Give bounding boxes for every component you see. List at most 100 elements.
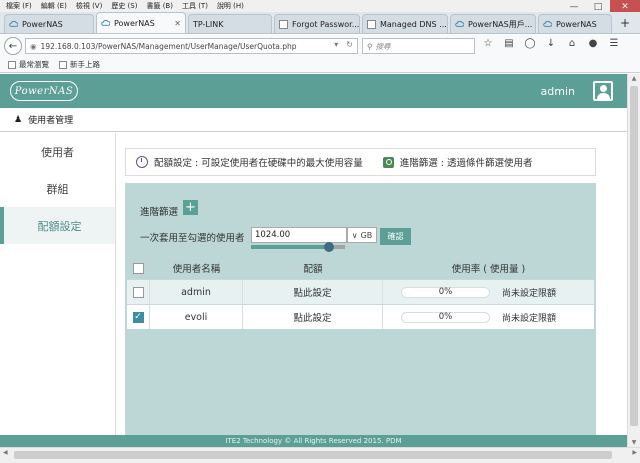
info-box: 配額設定 : 可設定使用者在硬碟中的最大使用容量 進階篩選 : 透過條件篩選使用…: [125, 148, 596, 176]
page-favicon-icon: [279, 19, 288, 29]
page-title: 使用者管理: [28, 116, 74, 126]
tab-label: PowerNAS: [22, 19, 63, 29]
browser-nav-bar: ← ◉ 192.168.0.103/PowerNAS/Management/Us…: [0, 35, 640, 57]
horizontal-scroll-thumb[interactable]: [14, 451, 612, 459]
menu-tools[interactable]: 工具 (T): [182, 1, 208, 11]
home-icon[interactable]: ⌂: [565, 38, 579, 49]
set-quota-link[interactable]: 點此設定: [243, 280, 383, 304]
browser-tab[interactable]: Forgot Passwor...: [274, 14, 360, 33]
usage-percent: 0%: [438, 312, 453, 322]
usage-percent: 0%: [438, 287, 453, 297]
browser-tab-bar: PowerNAS PowerNAS ✕ TP-LINK Forgot Passw…: [0, 12, 640, 34]
username-label[interactable]: admin: [541, 85, 575, 98]
user-quota-table: 使用者名稱 配額 使用率 ( 使用量 ) admin 點此設定 0% 尚未設定限…: [127, 257, 594, 329]
back-arrow-icon[interactable]: ←: [4, 37, 22, 55]
reload-icon[interactable]: ↻: [346, 40, 353, 49]
scroll-right-icon[interactable]: ▶: [632, 449, 637, 456]
sidebar: 使用者 群組 配額設定: [0, 133, 116, 435]
bookmark-label: 新手上路: [70, 60, 100, 69]
quota-value-input[interactable]: 1024.00: [251, 227, 347, 243]
advanced-filter-label: 進階篩選: [140, 207, 179, 218]
magnifier-icon: [382, 156, 394, 168]
quota-panel: 進階篩選 + 一次套用至勾選的使用者 1024.00 ∨ GB 確認 使用者名稱…: [125, 183, 596, 435]
row-checkbox-checked[interactable]: ✓: [132, 311, 144, 323]
pocket-icon[interactable]: ◯: [523, 38, 537, 49]
usage-note: 尚未設定限額: [502, 313, 557, 324]
unit-select[interactable]: ∨ GB: [347, 227, 377, 243]
bookmark-label: 最常瀏覽: [19, 60, 49, 69]
menu-edit[interactable]: 編輯 (E): [41, 1, 67, 11]
scroll-left-icon[interactable]: ◀: [3, 449, 8, 456]
scroll-down-icon[interactable]: ▼: [628, 439, 640, 446]
user-avatar-icon[interactable]: [593, 81, 613, 101]
new-tab-icon[interactable]: +: [614, 16, 636, 30]
search-placeholder: 搜尋: [375, 41, 391, 51]
page-favicon-icon: [367, 19, 376, 29]
vertical-scroll-thumb[interactable]: [630, 86, 638, 426]
browser-tab[interactable]: PowerNAS: [4, 14, 94, 33]
url-bar[interactable]: ◉ 192.168.0.103/PowerNAS/Management/User…: [25, 38, 358, 54]
header-usage: 使用率 ( 使用量 ): [451, 264, 526, 275]
usage-progress-bar: 0%: [401, 311, 490, 323]
chevron-down-icon: ∨: [351, 230, 358, 240]
table-row: admin 點此設定 0% 尚未設定限額: [127, 279, 594, 304]
tab-label: PowerNAS: [114, 18, 155, 28]
row-username: evoli: [150, 305, 243, 329]
powernas-logo[interactable]: PowerNAS: [10, 81, 78, 101]
set-quota-link[interactable]: 點此設定: [243, 305, 383, 329]
tab-label: PowerNAS用戶...: [468, 19, 533, 29]
tab-label: PowerNAS: [556, 19, 597, 29]
confirm-button[interactable]: 確認: [380, 228, 411, 245]
menu-bookmarks[interactable]: 書籤 (B): [146, 1, 173, 11]
quota-slider-fill: [251, 245, 330, 249]
dropdown-arrow-icon[interactable]: ▾: [334, 40, 338, 49]
hamburger-menu-icon[interactable]: ☰: [607, 38, 621, 49]
sidebar-item-groups[interactable]: 群組: [0, 170, 115, 207]
menu-view[interactable]: 檢視 (V): [76, 1, 102, 11]
browser-tab[interactable]: PowerNAS: [538, 14, 612, 33]
menu-help[interactable]: 說明 (H): [217, 1, 244, 11]
select-all-checkbox[interactable]: [133, 262, 144, 274]
cloud-favicon-icon: [543, 20, 552, 27]
reading-list-icon[interactable]: ▤: [502, 38, 516, 49]
sidebar-item-users[interactable]: 使用者: [0, 133, 115, 170]
quota-slider-handle[interactable]: [324, 242, 335, 252]
search-icon: ⚲: [367, 41, 373, 51]
download-icon[interactable]: ↓: [544, 38, 558, 49]
add-filter-button[interactable]: +: [183, 200, 198, 215]
usage-progress-bar: 0%: [401, 286, 490, 298]
vertical-scrollbar[interactable]: ▲ ▼: [627, 74, 640, 447]
star-icon[interactable]: ☆: [481, 38, 495, 49]
browser-menu-bar: 檔案 (F) 編輯 (E) 檢視 (V) 歷史 (S) 書籤 (B) 工具 (T…: [0, 0, 640, 12]
chat-icon[interactable]: ●: [586, 38, 600, 49]
app-header: PowerNAS admin: [0, 74, 627, 108]
sidebar-item-quota[interactable]: 配額設定: [0, 207, 115, 244]
scroll-up-icon[interactable]: ▲: [628, 75, 640, 82]
browser-tab-active[interactable]: PowerNAS ✕: [96, 12, 186, 33]
footer: ITE2 Technology © All Rights Reserved 20…: [0, 435, 627, 447]
cloud-favicon-icon: [9, 20, 18, 27]
tab-label: Managed DNS ...: [380, 19, 447, 29]
menu-file[interactable]: 檔案 (F): [6, 1, 32, 11]
row-checkbox[interactable]: [132, 286, 144, 298]
bookmark-most-visited[interactable]: 最常瀏覽: [8, 59, 49, 70]
tab-label: Forgot Passwor...: [292, 19, 360, 29]
url-text: 192.168.0.103/PowerNAS/Management/UserMa…: [40, 41, 297, 51]
tab-label: TP-LINK: [193, 19, 224, 29]
browser-tab[interactable]: PowerNAS用戶...: [450, 14, 536, 33]
search-input[interactable]: ⚲ 搜尋: [362, 38, 475, 54]
header-username: 使用者名稱: [172, 264, 221, 275]
browser-tab[interactable]: Managed DNS ...: [362, 14, 448, 33]
toolbar-icons: ☆ ▤ ◯ ↓ ⌂ ● ☰: [481, 38, 621, 49]
bookmark-getting-started[interactable]: 新手上路: [59, 59, 100, 70]
unit-value: GB: [360, 230, 373, 240]
page-title-bar: ♟ 使用者管理: [0, 108, 627, 132]
horizontal-scrollbar[interactable]: ◀ ▶: [0, 447, 640, 463]
cloud-favicon-icon: [455, 20, 464, 27]
browser-tab[interactable]: TP-LINK: [188, 14, 272, 33]
close-tab-icon[interactable]: ✕: [174, 19, 181, 28]
menu-history[interactable]: 歷史 (S): [111, 1, 137, 11]
apply-to-checked-label: 一次套用至勾選的使用者: [140, 233, 245, 244]
bookmarks-bar: 最常瀏覽 新手上路: [0, 57, 640, 73]
bookmark-icon: [8, 60, 16, 69]
